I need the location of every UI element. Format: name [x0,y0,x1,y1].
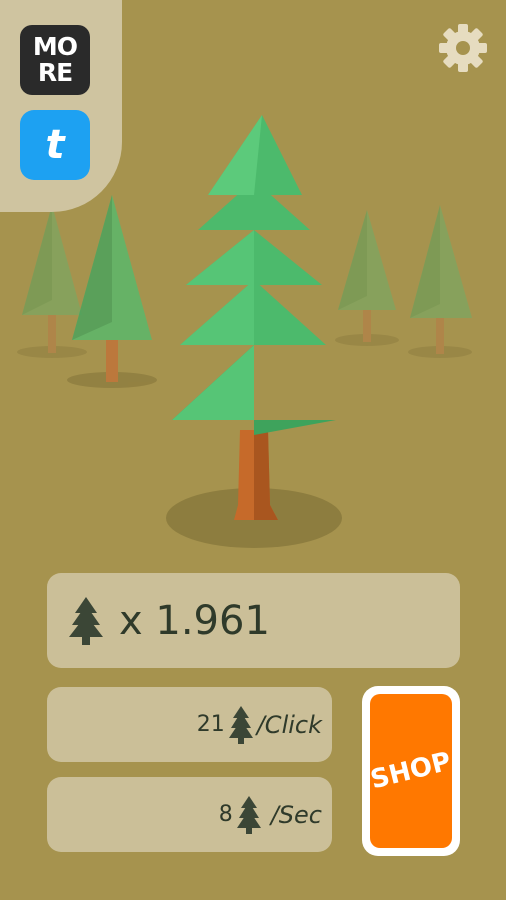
background-tree [67,195,157,388]
background-tree [335,210,399,346]
pine-tree-icon [228,705,253,744]
pine-tree-icon [236,795,261,834]
more-label-line1: MO [32,32,78,61]
per-click-unit: /Click [256,710,322,739]
more-label-line2: RE [37,58,73,87]
tumblr-button[interactable]: t [20,110,90,180]
tumblr-icon: t [45,122,65,168]
background-tree [408,205,472,358]
per-click-value: 21 [196,712,225,737]
per-second-panel: 8 /Sec [47,777,332,852]
per-click-panel: 21 /Click [47,687,332,762]
per-second-unit: /Sec [270,800,322,829]
tree-count: x 1.961 [119,597,270,644]
shop-button[interactable]: SHOP [362,686,460,856]
more-games-button[interactable]: MO RE [20,25,90,95]
shop-button-face[interactable]: SHOP [367,694,455,848]
gear-icon[interactable] [435,20,491,76]
pine-tree-icon [69,596,103,645]
tree-counter-panel: x 1.961 [47,573,460,668]
main-tree [166,115,342,548]
shop-label: SHOP [367,746,455,796]
per-second-value: 8 [218,802,233,827]
